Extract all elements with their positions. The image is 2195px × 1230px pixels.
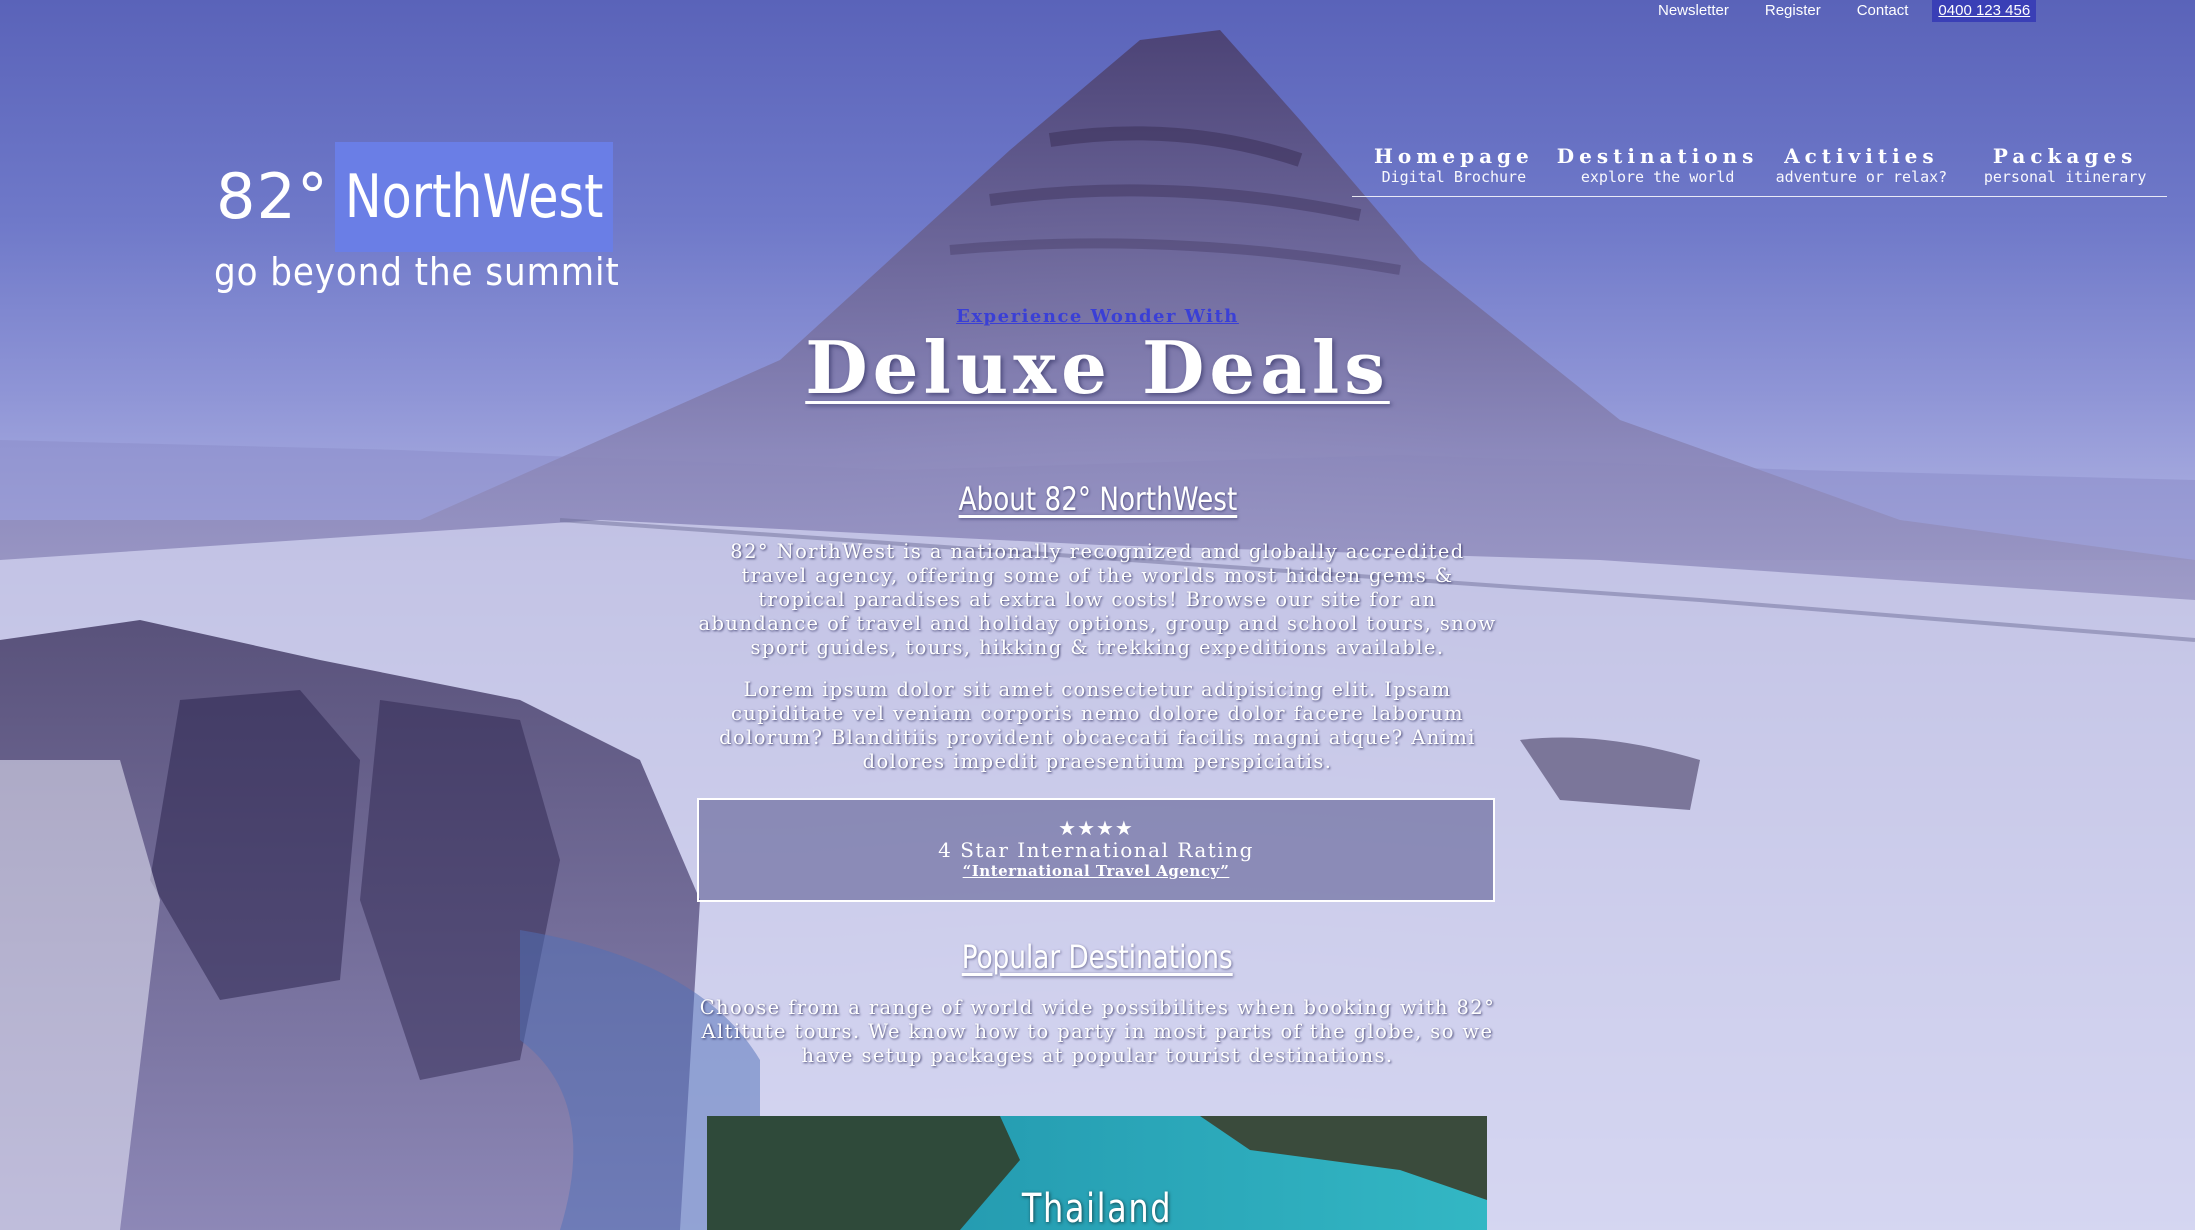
about-section: About 82° NorthWest 82° NorthWest is a n… (0, 480, 2195, 774)
nav-item-title: Activities (1784, 144, 1939, 168)
nav-item-title: Homepage (1373, 144, 1534, 168)
logo-degrees: 82° (216, 160, 329, 233)
nav-item-subtitle: Digital Brochure (1381, 168, 1527, 186)
nav-item-subtitle: adventure or relax? (1775, 168, 1948, 186)
hero-kicker[interactable]: Experience Wonder With (0, 306, 2195, 327)
register-link[interactable]: Register (1747, 0, 1839, 22)
top-utility-bar: Newsletter Register Contact 0400 123 456 (1640, 0, 2037, 22)
rating-box: ★★★★ 4 Star International Rating “Intern… (697, 798, 1495, 902)
hero: Experience Wonder With Deluxe Deals (0, 306, 2195, 410)
popular-paragraph: Choose from a range of world wide possib… (699, 996, 1496, 1067)
popular-section: Popular Destinations Choose from a range… (0, 938, 2195, 1068)
nav-item-title: Packages (1992, 144, 2138, 168)
logo-wordmark: 82° NorthWest (216, 142, 674, 252)
main-navigation: Homepage Digital Brochure Destinations e… (1352, 144, 2167, 197)
nav-item-subtitle: personal itinerary (1983, 168, 2147, 186)
phone-link[interactable]: 0400 123 456 (1932, 0, 2037, 22)
nav-item-packages[interactable]: Packages personal itinerary (1963, 144, 2167, 186)
destination-card-thailand[interactable]: Thailand (707, 1116, 1487, 1230)
about-paragraph-2: Lorem ipsum dolor sit amet consectetur a… (719, 678, 1476, 773)
about-paragraph-1: 82° NorthWest is a nationally recognized… (698, 540, 1497, 659)
destination-label: Thailand (1021, 1186, 1173, 1230)
rating-stars-icon: ★★★★ (1058, 816, 1134, 840)
nav-item-subtitle: explore the world (1580, 168, 1735, 186)
nav-item-activities[interactable]: Activities adventure or relax? (1760, 144, 1964, 186)
rating-text: 4 Star International Rating (938, 838, 1254, 862)
contact-link[interactable]: Contact (1839, 0, 1927, 22)
nav-item-destinations[interactable]: Destinations explore the world (1556, 144, 1760, 186)
rating-subtitle: “International Travel Agency” (962, 862, 1230, 880)
about-heading: About 82° NorthWest (958, 480, 1237, 518)
site-logo[interactable]: 82° NorthWest go beyond the summit (214, 142, 674, 294)
logo-name: NorthWest (334, 142, 614, 252)
nav-item-title: Destinations (1556, 144, 1759, 168)
hero-title: Deluxe Deals (805, 325, 1390, 410)
logo-tagline: go beyond the summit (214, 250, 620, 294)
newsletter-link[interactable]: Newsletter (1640, 0, 1747, 22)
nav-item-homepage[interactable]: Homepage Digital Brochure (1352, 144, 1556, 186)
popular-heading: Popular Destinations (962, 938, 1233, 976)
